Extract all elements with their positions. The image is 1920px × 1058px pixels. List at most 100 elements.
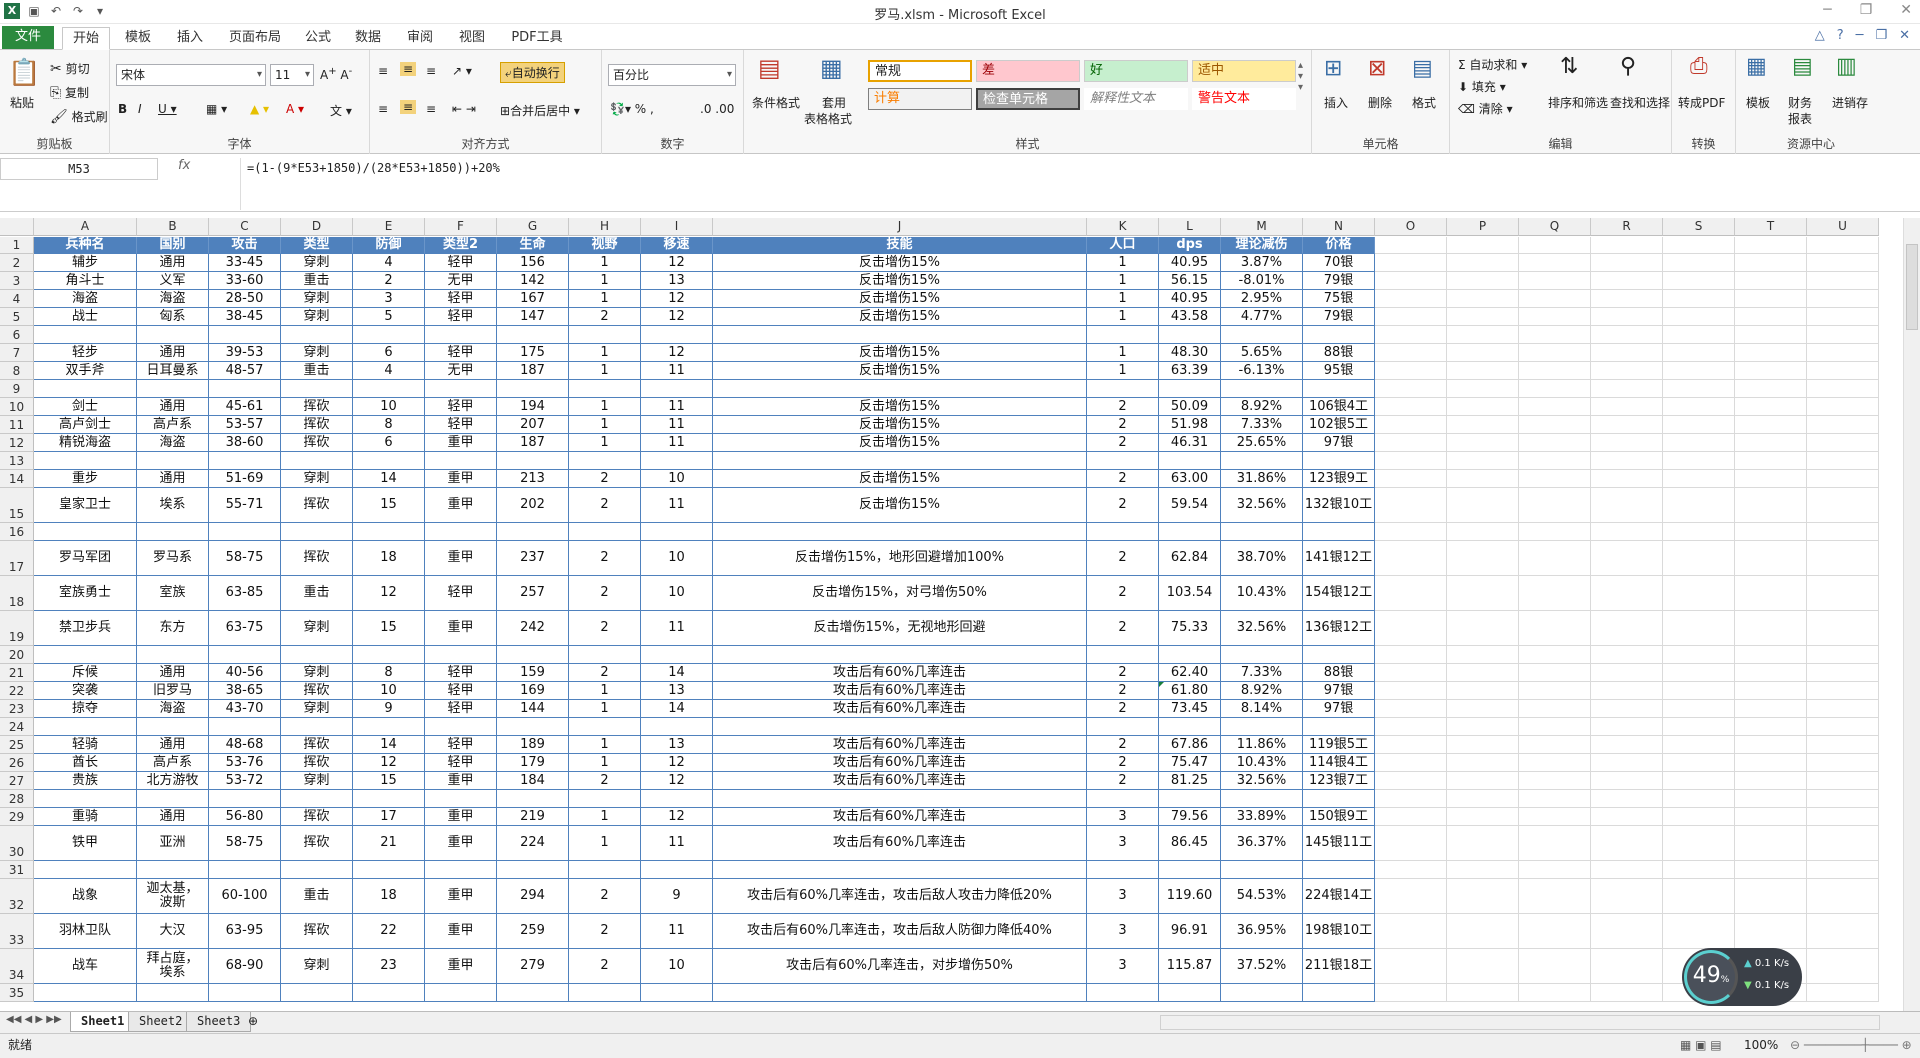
table-cell[interactable]: 18 (353, 541, 425, 576)
vertical-scrollbar[interactable] (1903, 218, 1920, 1011)
align-center-icon[interactable]: ≡ (400, 100, 417, 114)
row-header[interactable]: 19 (0, 611, 34, 646)
table-cell[interactable] (1735, 488, 1807, 523)
table-cell[interactable] (1735, 914, 1807, 949)
table-cell[interactable]: 48-68 (209, 736, 281, 754)
table-cell[interactable] (1807, 290, 1879, 308)
table-cell[interactable]: 2 (569, 949, 641, 984)
table-cell[interactable] (1735, 470, 1807, 488)
table-cell[interactable] (1591, 646, 1663, 664)
table-cell[interactable] (281, 718, 353, 736)
table-cell[interactable]: 挥砍 (281, 754, 353, 772)
table-cell[interactable] (1087, 861, 1159, 879)
row-header[interactable]: 30 (0, 826, 34, 861)
table-cell[interactable]: 1 (569, 272, 641, 290)
table-cell[interactable]: 日耳曼系 (137, 362, 209, 380)
table-cell[interactable] (1591, 949, 1663, 984)
table-cell[interactable] (1807, 488, 1879, 523)
table-cell[interactable]: 10.43% (1221, 754, 1303, 772)
header-cell[interactable]: 攻击 (209, 237, 281, 254)
table-cell[interactable]: 62.84 (1159, 541, 1221, 576)
table-cell[interactable]: 轻步 (34, 344, 137, 362)
table-cell[interactable]: 40.95 (1159, 290, 1221, 308)
finance-report-line1[interactable]: 财务 (1788, 94, 1812, 111)
template-button[interactable]: 模板 (1746, 94, 1770, 111)
table-cell[interactable] (497, 326, 569, 344)
header-cell[interactable]: 生命 (497, 237, 569, 254)
table-cell[interactable] (209, 523, 281, 541)
column-header[interactable]: J (713, 218, 1087, 236)
table-cell[interactable]: 75.47 (1159, 754, 1221, 772)
table-cell[interactable]: 15 (353, 611, 425, 646)
table-cell[interactable]: 31.86% (1221, 470, 1303, 488)
table-cell[interactable]: 54.53% (1221, 879, 1303, 914)
table-cell[interactable]: 重步 (34, 470, 137, 488)
table-cell[interactable] (1807, 984, 1879, 1002)
table-format-icon[interactable]: ▦ (820, 54, 843, 82)
table-cell[interactable]: 攻击后有60%几率连击 (713, 664, 1087, 682)
table-cell[interactable] (1447, 308, 1519, 326)
table-cell[interactable] (1735, 772, 1807, 790)
table-cell[interactable]: 2 (1087, 682, 1159, 700)
table-cell[interactable] (1519, 808, 1591, 826)
table-cell[interactable] (1591, 772, 1663, 790)
table-cell[interactable] (713, 326, 1087, 344)
table-cell[interactable] (1591, 790, 1663, 808)
table-cell[interactable]: 反击增伤15% (713, 290, 1087, 308)
column-header[interactable]: B (137, 218, 209, 236)
table-cell[interactable]: 攻击后有60%几率连击 (713, 736, 1087, 754)
column-header[interactable]: H (569, 218, 641, 236)
table-cell[interactable]: 轻甲 (425, 576, 497, 611)
table-cell[interactable] (1735, 754, 1807, 772)
row-header[interactable]: 20 (0, 646, 34, 664)
table-format-line1[interactable]: 套用 (822, 94, 846, 111)
table-cell[interactable]: 攻击后有60%几率连击 (713, 682, 1087, 700)
table-cell[interactable] (497, 861, 569, 879)
tab-home[interactable]: 开始 (62, 27, 110, 50)
column-header[interactable]: G (497, 218, 569, 236)
table-cell[interactable] (1447, 736, 1519, 754)
table-cell[interactable]: 2 (569, 611, 641, 646)
table-cell[interactable]: 56.15 (1159, 272, 1221, 290)
table-cell[interactable] (1735, 790, 1807, 808)
table-cell[interactable] (1519, 488, 1591, 523)
table-cell[interactable]: 穿刺 (281, 254, 353, 272)
table-cell[interactable] (1519, 682, 1591, 700)
table-cell[interactable]: 铁甲 (34, 826, 137, 861)
table-cell[interactable]: 2 (569, 308, 641, 326)
table-cell[interactable] (1447, 664, 1519, 682)
table-cell[interactable] (34, 861, 137, 879)
row-header[interactable]: 33 (0, 914, 34, 949)
table-cell[interactable] (1447, 290, 1519, 308)
table-cell[interactable]: 拜占庭，埃系 (137, 949, 209, 984)
table-cell[interactable]: 2 (569, 879, 641, 914)
table-cell[interactable]: 挥砍 (281, 808, 353, 826)
table-cell[interactable]: 8 (353, 416, 425, 434)
table-cell[interactable] (1375, 914, 1447, 949)
table-cell[interactable] (1735, 700, 1807, 718)
table-cell[interactable] (1221, 984, 1303, 1002)
table-cell[interactable] (1807, 326, 1879, 344)
table-cell[interactable] (137, 452, 209, 470)
table-cell[interactable] (1375, 523, 1447, 541)
table-cell[interactable] (1591, 754, 1663, 772)
table-cell[interactable] (137, 861, 209, 879)
table-cell[interactable]: 55-71 (209, 488, 281, 523)
column-header[interactable]: Q (1519, 218, 1591, 236)
table-cell[interactable] (1303, 718, 1375, 736)
table-cell[interactable]: 突袭 (34, 682, 137, 700)
table-cell[interactable]: 39-53 (209, 344, 281, 362)
table-cell[interactable]: 2 (1087, 470, 1159, 488)
row-header[interactable]: 3 (0, 272, 34, 290)
table-cell[interactable]: 86.45 (1159, 826, 1221, 861)
table-cell[interactable] (1159, 718, 1221, 736)
table-cell[interactable] (1087, 718, 1159, 736)
table-cell[interactable]: 攻击后有60%几率连击，对步增伤50% (713, 949, 1087, 984)
tab-template[interactable]: 模板 (118, 27, 158, 50)
table-cell[interactable]: 169 (497, 682, 569, 700)
table-cell[interactable] (1221, 790, 1303, 808)
conditional-format-button[interactable]: 条件格式 (752, 94, 800, 111)
table-cell[interactable] (1807, 664, 1879, 682)
table-cell[interactable]: 136银12工 (1303, 611, 1375, 646)
table-cell[interactable] (1735, 398, 1807, 416)
